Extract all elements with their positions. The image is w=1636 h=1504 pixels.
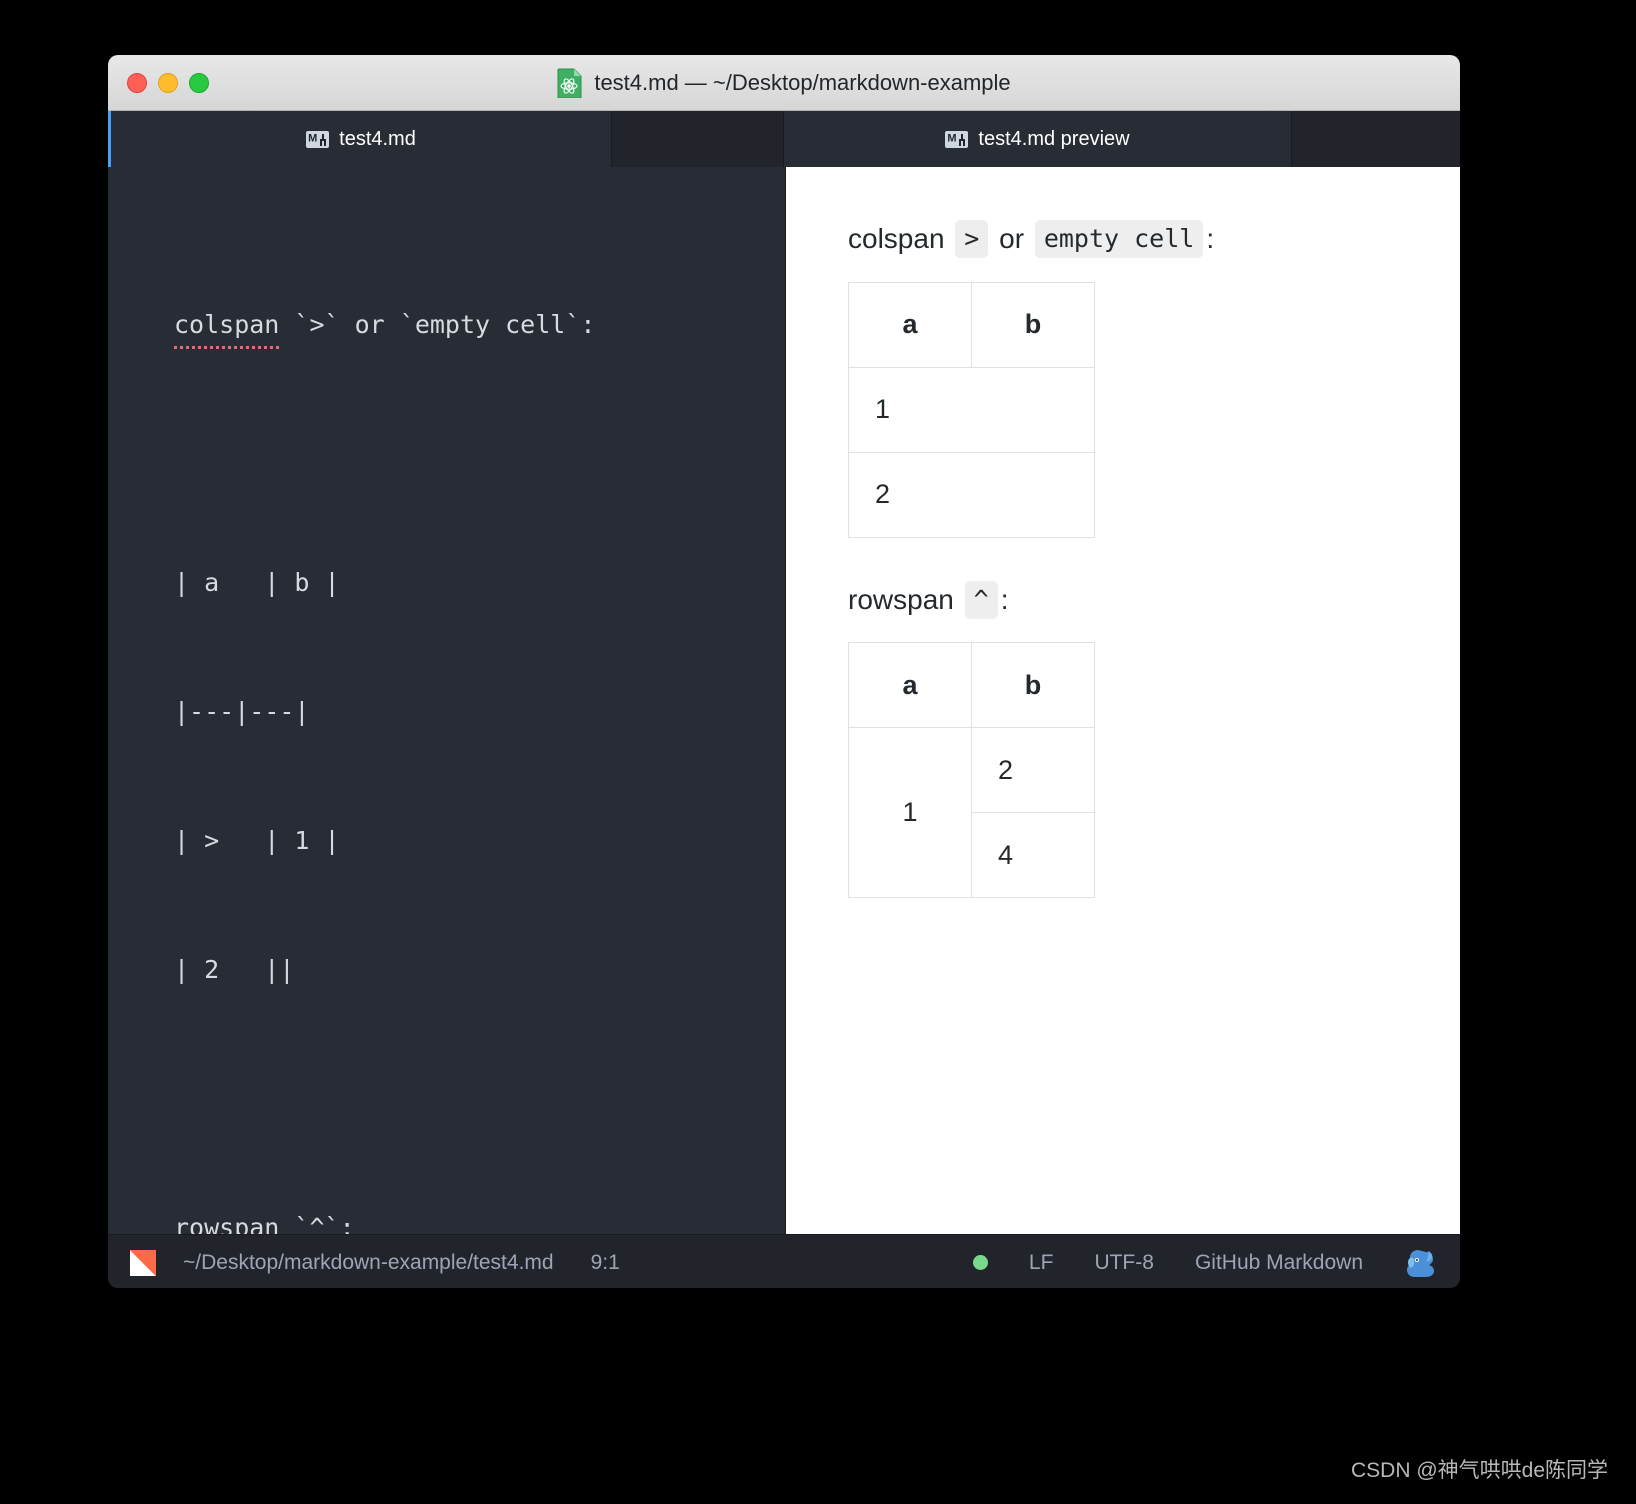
window-title-group: test4.md — ~/Desktop/markdown-example xyxy=(108,55,1460,110)
editor-pane[interactable]: colspan `>` or `empty cell`: | a | b | |… xyxy=(108,167,786,1234)
table-row: a b xyxy=(848,642,1095,729)
maximize-button[interactable] xyxy=(189,72,209,93)
close-button[interactable] xyxy=(127,72,147,93)
table-header-cell: a xyxy=(848,281,972,368)
status-cursor-position[interactable]: 9:1 xyxy=(591,1251,620,1275)
inline-code-empty-cell: empty cell xyxy=(1034,220,1204,259)
atom-window: test4.md — ~/Desktop/markdown-example te… xyxy=(108,55,1460,1288)
tab-editor-label: test4.md xyxy=(339,127,416,150)
preview-pane[interactable]: colspan > or empty cell: a b 1 2 rowspan… xyxy=(786,167,1460,1234)
table-header-cell: b xyxy=(971,642,1095,729)
table-body: 1 2 4 xyxy=(848,727,1095,899)
minimize-button[interactable] xyxy=(158,72,178,93)
paragraph-text: rowspan xyxy=(848,583,962,615)
code-line-rest: `^`: xyxy=(279,1213,355,1234)
table-head: a b xyxy=(848,642,1095,729)
paragraph-text: : xyxy=(1000,583,1009,615)
table-body: 1 2 xyxy=(848,366,1095,538)
table-header-cell: b xyxy=(971,281,1095,368)
status-bar: ~/Desktop/markdown-example/test4.md 9:1 … xyxy=(108,1234,1460,1288)
table-row: a b xyxy=(848,281,1095,368)
tab-preview-test4md[interactable]: test4.md preview xyxy=(784,111,1292,167)
table-cell-colspan: 1 xyxy=(848,366,1095,453)
table-row: 1 xyxy=(848,366,1095,453)
paragraph-text: or xyxy=(991,223,1032,254)
preview-table-rowspan: a b 1 2 4 xyxy=(848,642,1095,899)
code-line: colspan `>` or `empty cell`: xyxy=(174,303,717,349)
editor-text-buffer[interactable]: colspan `>` or `empty cell`: | a | b | |… xyxy=(174,217,717,1234)
table-row: 1 2 xyxy=(848,727,1095,899)
watermark: CSDN @神气哄哄de陈同学 xyxy=(1350,1459,1608,1482)
window-title: test4.md — ~/Desktop/markdown-example xyxy=(594,69,1011,95)
table-header-cell: a xyxy=(848,642,972,729)
table-cell: 4 xyxy=(971,812,1095,899)
paragraph-text: colspan xyxy=(848,223,953,254)
code-line: rowspan `^`: xyxy=(174,1206,717,1234)
table-cell: 2 xyxy=(971,727,1095,814)
table-row: 2 xyxy=(848,451,1095,538)
status-line-ending[interactable]: LF xyxy=(1029,1251,1054,1275)
status-bar-left: ~/Desktop/markdown-example/test4.md 9:1 xyxy=(108,1249,620,1276)
green-dot-icon xyxy=(972,1255,988,1270)
preview-content: colspan > or empty cell: a b 1 2 rowspan… xyxy=(848,219,1420,940)
code-line: | > | 1 | xyxy=(174,826,340,855)
status-encoding[interactable]: UTF-8 xyxy=(1094,1251,1154,1275)
status-file-path[interactable]: ~/Desktop/markdown-example/test4.md xyxy=(183,1251,554,1275)
misspelled-word: colspan xyxy=(174,303,280,349)
status-grammar[interactable]: GitHub Markdown xyxy=(1195,1251,1363,1275)
screenshot-root: test4.md — ~/Desktop/markdown-example te… xyxy=(0,0,1636,1504)
inline-code-gt: > xyxy=(955,220,989,259)
markdown-icon xyxy=(306,130,330,148)
code-line-rest: `>` or `empty cell`: xyxy=(279,310,596,339)
atom-icon xyxy=(557,68,583,98)
atom-launch-icon[interactable] xyxy=(130,1249,156,1276)
tab-bar: test4.md test4.md preview xyxy=(108,111,1460,167)
squirrel-icon[interactable] xyxy=(1404,1248,1438,1278)
code-line: | 2 || xyxy=(174,955,295,984)
inline-code-caret: ^ xyxy=(964,580,998,619)
paragraph-text: : xyxy=(1206,223,1215,254)
window-titlebar: test4.md — ~/Desktop/markdown-example xyxy=(108,55,1460,111)
table-cell-rowspan: 1 xyxy=(848,727,972,899)
code-line: |---|---| xyxy=(174,697,310,726)
table-head: a b xyxy=(848,281,1095,368)
markdown-icon xyxy=(945,130,969,148)
traffic-light-buttons xyxy=(127,55,209,110)
table-cell-colspan: 2 xyxy=(848,451,1095,538)
tab-bar-spacer-left xyxy=(612,111,784,167)
tab-editor-test4md[interactable]: test4.md xyxy=(108,111,612,167)
tab-preview-label: test4.md preview xyxy=(978,127,1130,150)
status-bar-right: LF UTF-8 GitHub Markdown xyxy=(972,1248,1460,1278)
preview-paragraph-colspan: colspan > or empty cell: xyxy=(848,219,1420,260)
misspelled-word: rowspan xyxy=(174,1206,279,1234)
preview-paragraph-rowspan: rowspan ^: xyxy=(848,580,1420,621)
preview-table-colspan: a b 1 2 xyxy=(848,281,1095,538)
code-line: | a | b | xyxy=(174,568,340,597)
editor-panes: colspan `>` or `empty cell`: | a | b | |… xyxy=(108,167,1460,1234)
tab-bar-spacer-right xyxy=(1292,111,1460,167)
